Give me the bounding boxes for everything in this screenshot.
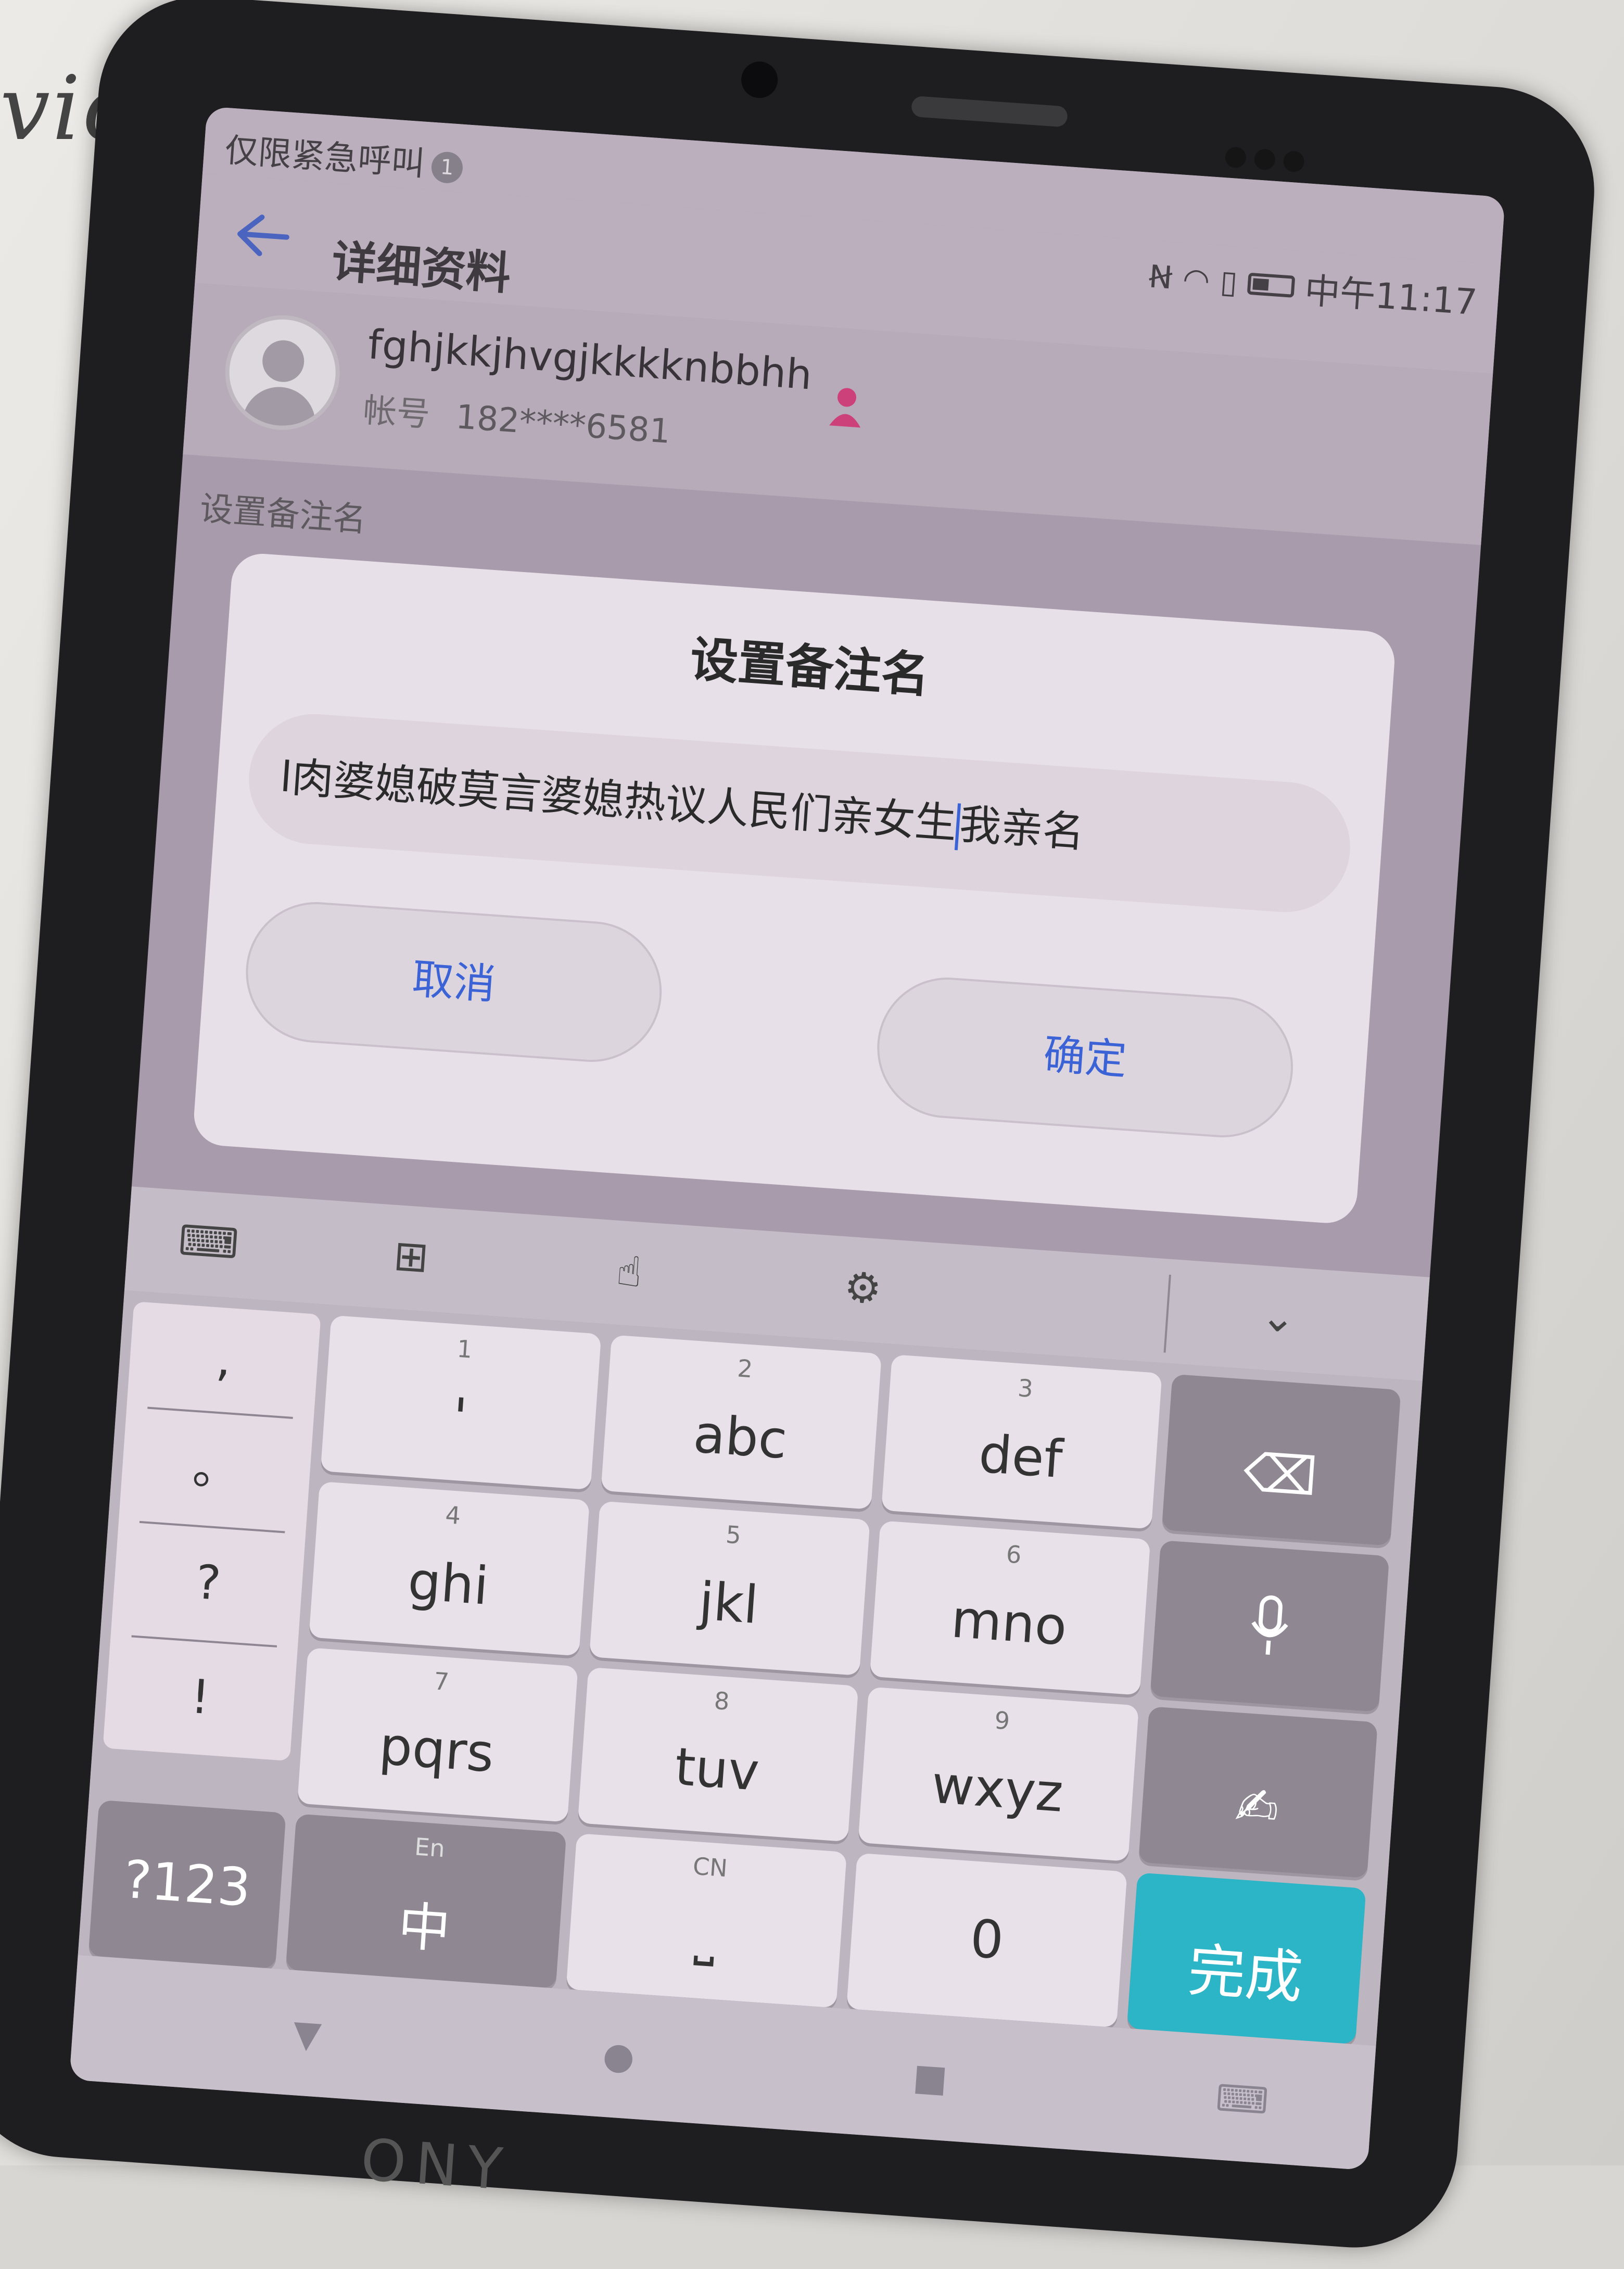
backspace-icon: ⌫ xyxy=(1241,1441,1320,1508)
key-6[interactable]: 6 mno xyxy=(869,1520,1151,1695)
collapse-icon[interactable]: ⌄ xyxy=(1242,1290,1314,1347)
key-2[interactable]: 2 abc xyxy=(601,1335,882,1510)
layout-icon[interactable]: ⊞ xyxy=(375,1230,447,1287)
cancel-button[interactable]: 取消 xyxy=(241,897,667,1067)
nav-recents-icon[interactable]: ■ xyxy=(903,2055,958,2100)
key-7[interactable]: 7 pqrs xyxy=(297,1647,578,1822)
backspace-key[interactable]: ⌫ xyxy=(1161,1374,1401,1546)
key-5[interactable]: 5 jkl xyxy=(589,1501,870,1676)
settings-icon[interactable]: ⚙ xyxy=(827,1261,898,1318)
key-3[interactable]: 3 def xyxy=(881,1354,1162,1529)
earpiece xyxy=(910,95,1069,128)
front-camera xyxy=(740,60,779,99)
microphone-icon xyxy=(1251,1595,1288,1655)
set-remark-dialog: 设置备注名 l肉婆媳破莫言婆媳热议人民们亲女生我亲名 取消 确定 xyxy=(192,551,1397,1225)
keyboard-icon[interactable]: ⌨ xyxy=(173,1215,244,1272)
nav-home-icon[interactable]: ● xyxy=(591,2033,646,2078)
key-1[interactable]: 1 ' xyxy=(320,1315,602,1490)
handwriting-icon: ✍ xyxy=(1233,1775,1281,1839)
done-key[interactable]: 完成 xyxy=(1126,1872,1366,2045)
voice-input-key[interactable] xyxy=(1150,1540,1390,1712)
screen: 仅限紧急呼叫 1 详细资料 Ꞥ ◠ ▯ 中午11:17 fghjkkjhvgjkk… xyxy=(69,106,1505,2171)
symbols-key[interactable]: ?123 xyxy=(88,1799,286,1969)
remark-input[interactable]: l肉婆媳破莫言婆媳热议人民们亲女生我亲名 xyxy=(244,709,1355,917)
one-hand-icon[interactable]: ☝ xyxy=(593,1245,665,1302)
language-switch-key[interactable]: En 中 xyxy=(285,1814,567,1988)
nav-back-icon[interactable]: ▼ xyxy=(280,2011,335,2057)
t9-keyboard: , 。 ? ! 1 ' 2 abc 3 def ⌫ 4 ghi 5 jkl 6 … xyxy=(78,1290,1423,2046)
handwriting-key[interactable]: ✍ xyxy=(1138,1706,1378,1879)
nav-keyboard-icon[interactable]: ⌨ xyxy=(1214,2076,1270,2123)
confirm-button[interactable]: 确定 xyxy=(872,972,1298,1143)
symbol-column[interactable]: , 。 ? ! xyxy=(103,1301,321,1761)
key-9[interactable]: 9 wxyz xyxy=(858,1687,1139,1861)
key-0[interactable]: 0 xyxy=(846,1853,1127,2028)
symbol-comma[interactable]: , xyxy=(127,1301,321,1418)
phone-device: 仅限紧急呼叫 1 详细资料 Ꞥ ◠ ▯ 中午11:17 fghjkkjhvgjkk… xyxy=(0,0,1602,2255)
symbol-period[interactable]: 。 xyxy=(119,1411,313,1528)
key-4[interactable]: 4 ghi xyxy=(309,1481,590,1656)
toolbar-divider xyxy=(1163,1274,1171,1353)
input-text-after-caret: 我亲名 xyxy=(958,800,1086,857)
space-key[interactable]: CN ⎵ xyxy=(566,1833,847,2008)
symbol-exclaim[interactable]: ! xyxy=(103,1639,297,1756)
space-bar-icon: ⎵ xyxy=(693,1904,718,1967)
key-8[interactable]: 8 tuv xyxy=(577,1667,859,1842)
symbol-question[interactable]: ? xyxy=(111,1525,306,1642)
input-text-before-caret: l肉婆媳破莫言婆媳热议人民们亲女生 xyxy=(278,752,958,848)
device-brand: ONY xyxy=(359,2126,514,2203)
